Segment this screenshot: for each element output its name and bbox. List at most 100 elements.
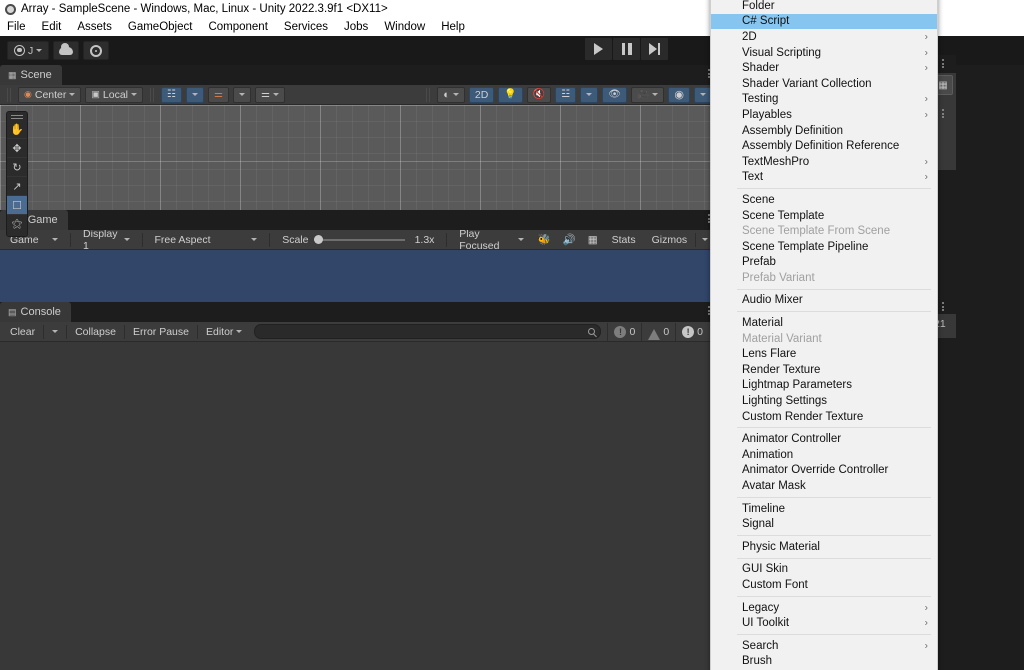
menu-item-signal[interactable]: Signal	[711, 516, 937, 532]
aspect-ratio-dropdown[interactable]: Free Aspect	[148, 231, 263, 249]
rect-tool-button[interactable]: ☐	[7, 196, 27, 215]
gizmos-toggle-button[interactable]: ◉	[668, 86, 690, 103]
cloud-services-button[interactable]	[53, 41, 80, 60]
hand-tool-button[interactable]: ✋	[7, 120, 27, 139]
project-right-menu-button[interactable]	[942, 302, 944, 311]
editor-settings-button[interactable]	[83, 41, 110, 60]
menu-item-lightmap-parameters[interactable]: Lightmap Parameters	[711, 378, 937, 394]
snap-increment-button[interactable]: ⚌	[207, 86, 229, 103]
console-message-list[interactable]	[0, 342, 716, 670]
display-dropdown[interactable]: Display 1	[77, 228, 136, 252]
scene-camera-button[interactable]: 🎥	[630, 86, 665, 103]
snap-increment-dropdown[interactable]	[232, 86, 251, 103]
grid-size-button[interactable]: ⚌	[254, 86, 285, 103]
handle-rotation-dropdown[interactable]: ▣ Local	[85, 86, 143, 103]
game-gizmo-icon[interactable]: ▦	[584, 231, 602, 249]
effects-dropdown[interactable]	[580, 86, 599, 103]
menu-edit[interactable]: Edit	[34, 20, 70, 34]
draw-mode-dropdown[interactable]: ◐	[437, 86, 465, 103]
menu-item-shader-variant-collection[interactable]: Shader Variant Collection	[711, 76, 937, 92]
menu-item-custom-render-texture[interactable]: Custom Render Texture	[711, 409, 937, 425]
pivot-mode-dropdown[interactable]: ◉ Center	[18, 86, 82, 103]
menu-item-assembly-definition[interactable]: Assembly Definition	[711, 123, 937, 139]
game-viewport[interactable]	[0, 250, 716, 302]
transform-tool-button[interactable]: ⚝	[7, 215, 27, 234]
menu-window[interactable]: Window	[376, 20, 433, 34]
scene-tools-overlay[interactable]: ✋ ✥ ↻ ↗ ☐ ⚝	[6, 111, 28, 237]
menu-item-animation[interactable]: Animation	[711, 447, 937, 463]
grid-snapping-dropdown[interactable]	[185, 86, 204, 103]
play-button[interactable]	[585, 38, 612, 60]
menu-item-timeline[interactable]: Timeline	[711, 501, 937, 517]
menu-item-avatar-mask[interactable]: Avatar Mask	[711, 478, 937, 494]
toggle-2d-button[interactable]: 2D	[468, 86, 495, 103]
toggle-audio-button[interactable]: 🔇	[526, 86, 552, 103]
toggle-hidden-objects-button[interactable]: 👁	[602, 86, 627, 103]
pause-button[interactable]	[613, 38, 640, 60]
menu-item-legacy[interactable]: Legacy ›	[711, 600, 937, 616]
menu-help[interactable]: Help	[433, 20, 473, 34]
menu-services[interactable]: Services	[276, 20, 336, 34]
play-mode-dropdown[interactable]: Play Focused	[453, 228, 529, 252]
menu-item-testing[interactable]: Testing ›	[711, 92, 937, 108]
menu-item-animator-override-controller[interactable]: Animator Override Controller	[711, 463, 937, 479]
menu-jobs[interactable]: Jobs	[336, 20, 376, 34]
scale-tool-button[interactable]: ↗	[7, 177, 27, 196]
menu-item-visual-scripting[interactable]: Visual Scripting ›	[711, 45, 937, 61]
debug-bug-icon[interactable]: 🐝	[534, 231, 555, 249]
menu-item-brush[interactable]: Brush	[711, 654, 937, 670]
menu-gameobject[interactable]: GameObject	[120, 20, 201, 34]
menu-item-ui-toolkit[interactable]: UI Toolkit ›	[711, 615, 937, 631]
stats-button[interactable]: Stats	[606, 231, 642, 249]
gizmos-chevron-down-icon[interactable]	[701, 238, 708, 241]
create-asset-context-menu[interactable]: Folder C# Script 2D › Visual Scripting › Shade…	[710, 0, 938, 670]
menu-item-2d[interactable]: 2D ›	[711, 29, 937, 45]
menu-item-audio-mixer[interactable]: Audio Mixer	[711, 293, 937, 309]
grid-snapping-toggle[interactable]: ☷	[161, 86, 182, 103]
scale-slider-knob[interactable]	[314, 234, 324, 244]
menu-item-animator-controller[interactable]: Animator Controller	[711, 431, 937, 447]
menu-assets[interactable]: Assets	[69, 20, 120, 34]
info-count[interactable]: ! 0	[675, 322, 712, 341]
toggle-lighting-button[interactable]: 💡	[498, 86, 523, 103]
menu-file[interactable]: File	[0, 20, 34, 34]
gizmos-button[interactable]: Gizmos	[646, 231, 690, 249]
menu-item-material[interactable]: Material	[711, 315, 937, 331]
rotate-tool-button[interactable]: ↻	[7, 158, 27, 177]
account-button[interactable]: J	[7, 41, 50, 60]
menu-item-custom-font[interactable]: Custom Font	[711, 577, 937, 593]
menu-item-search[interactable]: Search ›	[711, 638, 937, 654]
menu-item-physic-material[interactable]: Physic Material	[711, 539, 937, 555]
menu-item-scene-template-pipeline[interactable]: Scene Template Pipeline	[711, 239, 937, 255]
move-tool-button[interactable]: ✥	[7, 139, 27, 158]
editor-dropdown[interactable]: Editor	[200, 323, 248, 341]
clear-button[interactable]: Clear	[4, 323, 41, 341]
inspector-extra-menu-button[interactable]	[942, 109, 944, 118]
menu-item-playables[interactable]: Playables ›	[711, 107, 937, 123]
tab-console[interactable]: ▤ Console	[0, 302, 71, 322]
menu-item-folder[interactable]: Folder	[711, 0, 937, 14]
menu-item-scene-template[interactable]: Scene Template	[711, 208, 937, 224]
menu-component[interactable]: Component	[200, 20, 275, 34]
menu-item-scene[interactable]: Scene	[711, 192, 937, 208]
error-pause-button[interactable]: Error Pause	[127, 323, 195, 341]
tab-scene[interactable]: ▦ Scene	[0, 65, 62, 85]
mute-audio-icon[interactable]: 🔊	[559, 231, 580, 249]
inspector-panel-menu-button[interactable]	[942, 59, 944, 68]
menu-item-textmeshpro[interactable]: TextMeshPro ›	[711, 154, 937, 170]
menu-item-assembly-definition-reference[interactable]: Assembly Definition Reference	[711, 138, 937, 154]
menu-item-lighting-settings[interactable]: Lighting Settings	[711, 393, 937, 409]
toggle-effects-button[interactable]: ☳	[555, 86, 577, 103]
menu-item-lens-flare[interactable]: Lens Flare	[711, 346, 937, 362]
scene-viewport[interactable]	[0, 105, 716, 210]
console-search-input[interactable]	[254, 324, 602, 339]
step-button[interactable]	[641, 38, 668, 60]
menu-item-prefab[interactable]: Prefab	[711, 255, 937, 271]
menu-item-c-script[interactable]: C# Script	[711, 13, 937, 30]
menu-item-gui-skin[interactable]: GUI Skin	[711, 562, 937, 578]
scale-slider[interactable]	[314, 234, 405, 244]
collapse-button[interactable]: Collapse	[69, 323, 122, 341]
menu-item-text[interactable]: Text ›	[711, 170, 937, 186]
menu-item-shader[interactable]: Shader ›	[711, 60, 937, 76]
menu-item-render-texture[interactable]: Render Texture	[711, 362, 937, 378]
